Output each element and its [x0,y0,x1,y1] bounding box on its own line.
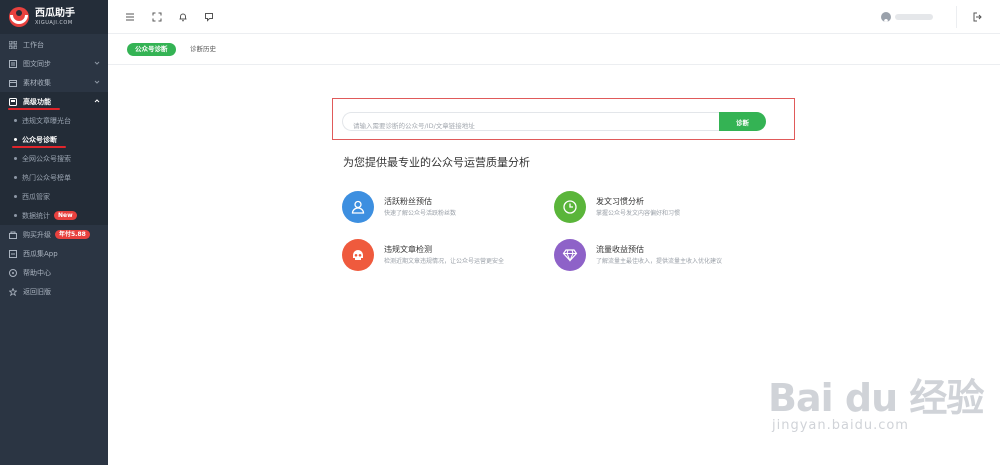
logo-title: 西瓜助手 [35,7,75,19]
tab-diagnosis-history[interactable]: 诊断历史 [190,43,216,56]
chevron-down-icon [94,80,100,84]
feature-title: 违规文章检测 [384,245,432,254]
sidebar-item-workbench[interactable]: 工作台 [0,35,108,54]
highlight-underline [8,108,60,110]
feature-title: 活跃粉丝预估 [384,197,432,206]
bullet-dot [14,138,17,141]
star-icon [8,287,17,296]
grid-icon [8,40,17,49]
avatar [881,12,891,22]
tab-account-diagnosis[interactable]: 公众号诊断 [127,43,176,56]
sidebar-item-label: 工作台 [23,40,44,49]
bullet-dot [14,157,17,160]
bullet-dot [14,195,17,198]
sidebar-item-label: 高级功能 [23,97,51,106]
sidebar-item-app[interactable]: 西瓜集App [0,244,108,263]
feature-title: 流量收益预估 [596,245,644,254]
sidebar-item-label: 返回旧版 [23,287,51,296]
tab-bar: 公众号诊断 诊断历史 [108,34,1000,65]
logout-icon[interactable] [972,12,982,22]
menu-icon[interactable] [125,12,135,22]
sidebar-subitem-label: 违规文章曝光台 [22,116,71,125]
highlight-underline [12,146,66,148]
sidebar-item-label: 购买升级 [23,230,51,239]
logo[interactable]: 西瓜助手 XIGUAJI.COM [0,0,108,34]
sidebar-item-help[interactable]: 帮助中心 [0,263,108,282]
feature-active-fans: 活跃粉丝预估 快速了解公众号活跃粉丝数 [342,191,456,223]
feature-title: 发文习惯分析 [596,197,644,206]
sidebar-subitem-hot-ranking[interactable]: 热门公众号榜单 [0,168,108,187]
clock-icon [554,191,586,223]
sidebar-subitem-account-search[interactable]: 全网公众号搜索 [0,149,108,168]
sidebar-subitem-statistics[interactable]: 数据统计 New [0,206,108,225]
sync-icon [8,59,17,68]
user-icon [342,191,374,223]
sidebar-subitem-butler[interactable]: 西瓜管家 [0,187,108,206]
sidebar-item-label: 西瓜集App [23,249,58,258]
skull-icon [342,239,374,271]
advanced-icon [8,97,17,106]
fullscreen-icon[interactable] [152,12,162,22]
sidebar-subitem-label: 数据统计 [22,211,50,220]
topbar [108,0,1000,34]
sidebar-item-upgrade[interactable]: 购买升级 年付5.88 [0,225,108,244]
page-headline: 为您提供最专业的公众号运营质量分析 [343,156,530,169]
sidebar-menu: 工作台 图文同步 素材收集 高级功能 违规文章曝光台 公众号诊断 全网公众号搜索… [0,35,108,301]
app-icon [8,249,17,258]
new-badge: New [54,211,77,220]
feature-desc: 快速了解公众号活跃粉丝数 [384,210,457,217]
user-menu[interactable] [881,12,933,22]
user-name-redacted [895,14,933,20]
sidebar-item-article-sync[interactable]: 图文同步 [0,54,108,73]
sidebar-subitem-label: 西瓜管家 [22,192,50,201]
feature-desc: 掌握公众号发文内容偏好和习惯 [596,210,681,217]
sidebar-subitem-violation-exposure[interactable]: 违规文章曝光台 [0,111,108,130]
logo-subtitle: XIGUAJI.COM [35,19,73,26]
feature-violation-check: 违规文章检测 检测近期文章违规情况，让公众号运营更安全 [342,239,504,271]
search-input-wrapper [342,112,722,135]
bell-icon[interactable] [178,12,188,22]
sidebar-subitem-label: 全网公众号搜索 [22,154,71,163]
sidebar-item-material[interactable]: 素材收集 [0,73,108,92]
price-badge: 年付5.88 [55,230,90,239]
feature-posting-habits: 发文习惯分析 掌握公众号发文内容偏好和习惯 [554,191,680,223]
message-icon[interactable] [204,12,214,22]
sidebar-item-old-version[interactable]: 返回旧版 [0,282,108,301]
help-icon [8,268,17,277]
watermark-url: jingyan.baidu.com [772,418,909,433]
diagnose-button[interactable]: 诊断 [719,112,766,131]
feature-desc: 了解流量主最佳收入，提供流量主收入优化建议 [596,258,723,265]
sidebar-item-label: 帮助中心 [23,268,51,277]
baidu-watermark: Bai du 经验 jingyan.baidu.com [768,376,984,433]
sidebar-subitem-label: 公众号诊断 [22,135,57,144]
sidebar-subitem-label: 热门公众号榜单 [22,173,71,182]
search-input[interactable] [343,117,722,135]
bullet-dot [14,214,17,217]
feature-traffic-revenue: 流量收益预估 了解流量主最佳收入，提供流量主收入优化建议 [554,239,722,271]
watermelon-logo-icon [8,6,30,28]
diamond-icon [554,239,586,271]
sidebar-item-label: 图文同步 [23,59,51,68]
watermark-main: Bai du 经验 [768,376,984,420]
sidebar: 西瓜助手 XIGUAJI.COM 工作台 图文同步 素材收集 高级功能 违规文章… [0,0,108,465]
upgrade-icon [8,230,17,239]
sidebar-item-label: 素材收集 [23,78,51,87]
chevron-up-icon [94,99,100,103]
feature-desc: 检测近期文章违规情况，让公众号运营更安全 [384,258,505,265]
bullet-dot [14,176,17,179]
bullet-dot [14,119,17,122]
collection-icon [8,78,17,87]
chevron-down-icon [94,61,100,65]
topbar-divider [956,6,957,28]
